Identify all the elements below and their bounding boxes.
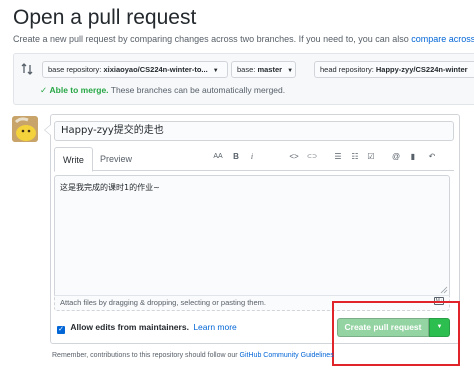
merge-status: ✓ Able to merge. These branches can be a… (40, 85, 285, 96)
page-subtitle: Create a new pull request by comparing c… (13, 34, 474, 44)
merge-status-bold: Able to merge. (49, 85, 109, 95)
italic-icon[interactable]: i (247, 150, 257, 164)
merge-status-text: These branches can be automatically merg… (110, 85, 286, 95)
allow-edits-row: ✓ Allow edits from maintainers. Learn mo… (57, 322, 237, 334)
heading-icon[interactable]: AA (211, 150, 225, 164)
git-compare-icon (21, 63, 33, 75)
ordered-list-icon[interactable]: ☷ (350, 150, 360, 164)
compare-across-forks-link[interactable]: compare across (411, 34, 474, 44)
head-repository-select[interactable]: head repository: Happy-zyy/CS224n-winter (314, 61, 474, 78)
code-icon[interactable]: <> (288, 150, 300, 164)
unordered-list-icon[interactable]: ☰ (333, 150, 343, 164)
highlight-box (332, 301, 460, 366)
base-branch-label: base: (237, 65, 256, 74)
compare-range-box: base repository: xixiaoyao/CS224n-winter… (13, 53, 474, 105)
contribution-note: Remember, contributions to this reposito… (52, 352, 334, 359)
allow-edits-label: Allow edits from maintainers. (70, 322, 189, 332)
chevron-down-icon: ▼ (287, 68, 294, 74)
head-repository-value: Happy-zyy/CS224n-winter (375, 65, 468, 74)
base-repository-label: base repository: (48, 65, 102, 74)
tab-preview[interactable]: Preview (92, 147, 140, 171)
check-icon: ✓ (40, 85, 48, 95)
task-list-icon[interactable]: ☑ (366, 150, 376, 164)
base-repository-select[interactable]: base repository: xixiaoyao/CS224n-winter… (42, 61, 228, 78)
community-guidelines-link[interactable]: GitHub Community Guidelines (240, 352, 334, 359)
allow-edits-checkbox[interactable]: ✓ (57, 326, 65, 334)
subtitle-text: Create a new pull request by comparing c… (13, 34, 409, 44)
base-repository-value: xixiaoyao/CS224n-winter-to... (103, 65, 208, 74)
base-branch-value: master (257, 65, 283, 74)
learn-more-link[interactable]: Learn more (193, 322, 236, 332)
page-title: Open a pull request (13, 6, 197, 29)
pr-title-input[interactable]: Happy-zyy提交的走也 (54, 121, 454, 141)
tab-write[interactable]: Write (54, 147, 93, 172)
link-icon[interactable]: ⊂⊃ (305, 150, 319, 164)
saved-replies-icon[interactable]: ▮ (408, 150, 418, 164)
base-branch-select[interactable]: base: master ▼ (231, 61, 296, 78)
contribution-note-text: Remember, contributions to this reposito… (52, 352, 238, 359)
resize-handle-icon[interactable] (440, 286, 448, 294)
avatar-image (12, 116, 38, 142)
pr-body-textarea[interactable]: 这是我完成的课时1的作业~ (54, 175, 450, 295)
chevron-down-icon: ▼ (212, 68, 219, 74)
reply-icon[interactable]: ↶ (425, 150, 439, 164)
head-repository-label: head repository: (320, 65, 374, 74)
bold-icon[interactable]: B (231, 150, 241, 164)
avatar (12, 116, 38, 142)
mention-icon[interactable]: @ (391, 150, 401, 164)
